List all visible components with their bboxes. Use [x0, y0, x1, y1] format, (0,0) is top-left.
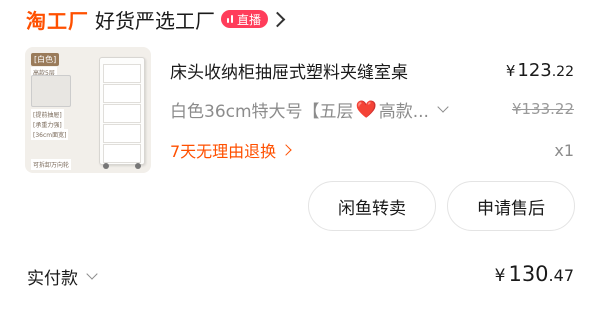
shop-header[interactable]: 淘工厂 好货严选工厂 直播 [26, 6, 286, 33]
wheel [135, 163, 141, 169]
wheel [103, 163, 109, 169]
paid-decimal: .47 [548, 266, 574, 285]
drawer-detail-image [31, 75, 71, 107]
sku-prefix: 白色36cm特大号【五层 [170, 102, 354, 122]
paid-currency: ¥ [494, 266, 506, 286]
paid-integer: 130 [508, 262, 549, 286]
price-integer: 123 [517, 60, 552, 81]
price-currency: ¥ [505, 62, 516, 80]
thumb-note-mid3: [36cm面宽] [31, 129, 69, 140]
cabinet-image [99, 57, 145, 169]
chevron-right-icon[interactable] [269, 11, 286, 27]
unit-price: ¥123.22 [506, 60, 574, 81]
sku-suffix: 高款... [378, 102, 429, 122]
return-policy-link[interactable]: 7天无理由退换 [170, 138, 292, 162]
brand-name: 淘工厂 [26, 8, 89, 33]
product-thumbnail[interactable]: [白色] 高款5层 [提前抽屉] [承重力强] [36cm面宽] 可拆卸万向轮 [25, 47, 151, 173]
return-policy-label: 7天无理由退换 [170, 142, 277, 161]
shop-subtitle: 好货严选工厂 [95, 8, 215, 33]
thumb-note-bottom: 可拆卸万向轮 [31, 159, 72, 170]
heart-icon: ❤️ [355, 99, 377, 120]
cabinet-drawer [103, 144, 141, 163]
after-sale-button[interactable]: 申请售后 [447, 181, 575, 231]
live-badge-label: 直播 [237, 12, 262, 27]
chevron-right-icon [280, 144, 292, 156]
chevron-down-icon [86, 268, 98, 280]
product-title[interactable]: 床头收纳柜抽屉式塑料夹缝室桌 [170, 58, 408, 83]
cabinet-drawer [103, 104, 141, 123]
sku-selector[interactable]: 白色36cm特大号【五层 ❤️ 高款... [170, 97, 455, 122]
thumb-color-tag: [白色] [31, 53, 60, 66]
live-bars-icon [226, 15, 234, 23]
chevron-down-icon[interactable] [437, 101, 449, 113]
live-badge[interactable]: 直播 [221, 10, 269, 28]
cabinet-drawer [103, 64, 141, 83]
paid-label: 实付款 [27, 269, 78, 289]
quantity: x1 [554, 141, 574, 160]
cabinet-drawer [103, 84, 141, 103]
cabinet-drawer [103, 124, 141, 143]
original-price: ¥133.22 [511, 100, 574, 118]
price-decimal: .22 [551, 64, 574, 80]
paid-amount: ¥130.47 [495, 262, 574, 286]
idle-fish-resell-button[interactable]: 闲鱼转卖 [308, 181, 436, 231]
paid-amount-toggle[interactable]: 实付款 [27, 264, 98, 289]
